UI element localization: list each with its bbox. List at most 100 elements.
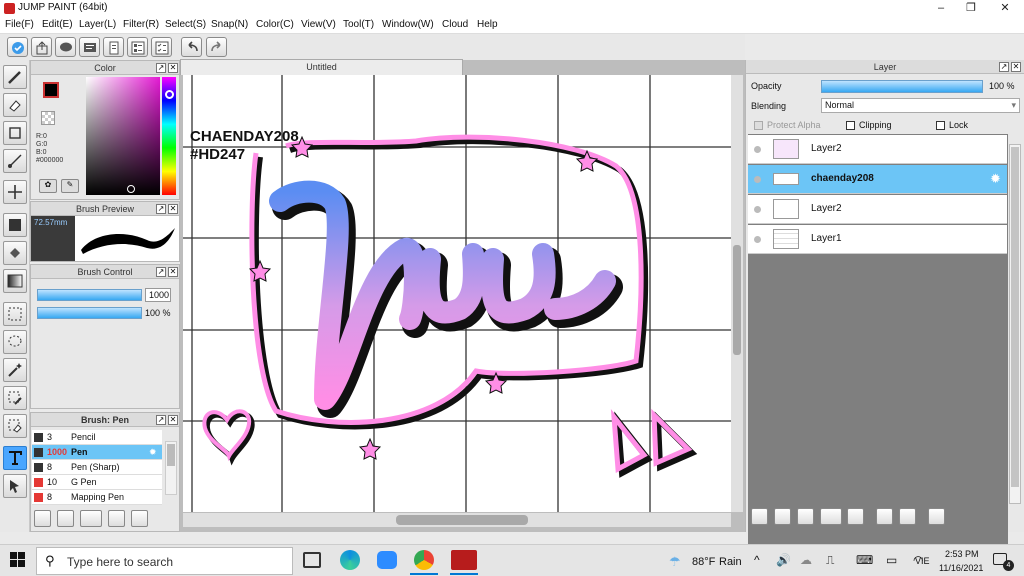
magic-wand-tool[interactable] — [3, 358, 27, 382]
gradient-tool[interactable] — [3, 269, 27, 293]
blending-mode-select[interactable]: Normal ▾ — [821, 98, 1020, 113]
panel-float-icon[interactable]: ↗ — [156, 63, 166, 73]
menu-file[interactable]: File(F) — [5, 19, 34, 30]
language-indicator[interactable]: VIE — [915, 556, 930, 566]
taskbar-search-box[interactable]: ⚲ Type here to search — [36, 547, 293, 575]
layer-row[interactable]: Layer2 — [748, 195, 1007, 224]
jump-paint-taskbar-icon[interactable] — [451, 550, 477, 570]
brush-size-value[interactable]: 1000 — [145, 288, 171, 302]
panel-float-icon[interactable]: ↗ — [999, 62, 1009, 72]
page-list-button[interactable] — [127, 37, 148, 57]
menu-filter[interactable]: Filter(R) — [123, 19, 159, 30]
menu-view[interactable]: View(V) — [301, 19, 336, 30]
menu-window[interactable]: Window(W) — [382, 19, 434, 30]
redo-button[interactable] — [206, 37, 227, 57]
brush-opacity-value[interactable]: 100 % — [145, 308, 171, 318]
new-brush-button[interactable] — [57, 510, 74, 527]
maximize-button[interactable]: ❐ — [956, 0, 986, 17]
clock-time[interactable]: 2:53 PM — [945, 549, 979, 559]
share-button[interactable] — [31, 37, 52, 57]
layer-list-scrollbar[interactable] — [1009, 144, 1021, 504]
panel-close-icon[interactable]: ✕ — [168, 415, 178, 425]
edge-browser-icon[interactable] — [340, 550, 360, 570]
layer-folder-button[interactable] — [847, 508, 864, 525]
trash-icon[interactable] — [928, 508, 945, 525]
layer-opacity-value[interactable]: 100 % — [989, 81, 1015, 91]
panel-float-icon[interactable]: ↗ — [156, 415, 166, 425]
eye-icon[interactable] — [754, 236, 761, 243]
keyboard-icon[interactable]: ⌨ — [856, 553, 873, 567]
canvas-vertical-scroll-thumb[interactable] — [733, 245, 741, 355]
brush-item[interactable]: 8 Pen (Sharp) — [32, 460, 162, 475]
new-layer-1bit-button[interactable] — [797, 508, 814, 525]
color-picker-cursor[interactable] — [127, 185, 135, 193]
chrome-browser-icon[interactable] — [414, 550, 434, 570]
duplicate-layer-button[interactable] — [876, 508, 893, 525]
checklist-button[interactable] — [151, 37, 172, 57]
menu-help[interactable]: Help — [477, 19, 498, 30]
message-button[interactable] — [79, 37, 100, 57]
layer-settings-icon[interactable]: ✹ — [990, 171, 1001, 187]
brush-list-scrollbar[interactable] — [165, 441, 177, 495]
color-saturation-picker[interactable] — [86, 77, 160, 195]
display-icon[interactable]: ▭ — [886, 553, 897, 567]
layer-row[interactable]: Layer2 — [748, 135, 1007, 164]
brush-item[interactable]: 8 Mapping Pen — [32, 490, 162, 505]
eye-icon[interactable] — [754, 146, 761, 153]
brush-tool[interactable] — [3, 65, 27, 89]
chevron-up-icon[interactable]: ^ — [754, 553, 760, 567]
merge-layer-button[interactable] — [899, 508, 916, 525]
select-eraser-tool[interactable] — [3, 414, 27, 438]
fill-rect-tool[interactable] — [3, 213, 27, 237]
minimize-button[interactable]: – — [926, 0, 956, 17]
rain-cloud-icon[interactable]: ☂ — [669, 554, 681, 570]
brush-size-slider[interactable] — [37, 289, 142, 301]
zoom-app-icon[interactable] — [377, 551, 397, 569]
clipping-checkbox[interactable] — [846, 121, 855, 130]
operation-tool[interactable] — [3, 474, 27, 498]
volume-icon[interactable]: 🔊 — [776, 553, 791, 567]
foreground-color-swatch[interactable] — [43, 82, 59, 98]
panel-close-icon[interactable]: ✕ — [168, 63, 178, 73]
network-icon[interactable]: ⎍ — [826, 553, 834, 568]
text-tool[interactable] — [3, 446, 27, 470]
lock-checkbox[interactable] — [936, 121, 945, 130]
layer-row-selected[interactable]: chaenday208 ✹ — [748, 165, 1007, 194]
panel-close-icon[interactable]: ✕ — [1011, 62, 1021, 72]
canvas-horizontal-scroll-thumb[interactable] — [396, 515, 528, 525]
document-tab[interactable]: Untitled — [180, 59, 463, 75]
move-tool[interactable] — [3, 180, 27, 204]
import-brush-button[interactable] — [108, 510, 125, 527]
panel-float-icon[interactable]: ↗ — [156, 267, 166, 277]
onedrive-icon[interactable]: ☁ — [800, 553, 812, 567]
document-button[interactable] — [103, 37, 124, 57]
hue-cursor[interactable] — [165, 90, 174, 99]
brush-menu-button[interactable] — [80, 510, 102, 527]
weather-condition[interactable]: Rain — [719, 556, 742, 568]
panel-close-icon[interactable]: ✕ — [168, 267, 178, 277]
line-tool[interactable] — [3, 149, 27, 173]
windows-start-icon[interactable] — [10, 552, 26, 568]
layer-opacity-slider[interactable] — [821, 80, 983, 93]
select-pen-tool[interactable] — [3, 386, 27, 410]
menu-tool[interactable]: Tool(T) — [343, 19, 374, 30]
add-brush-folder-button[interactable] — [34, 510, 51, 527]
cloud-sync-button[interactable] — [7, 37, 28, 57]
eye-icon[interactable] — [754, 176, 761, 183]
add-layer-menu-button[interactable] — [820, 508, 842, 525]
brush-item[interactable]: 10 G Pen — [32, 475, 162, 490]
drawing-canvas[interactable]: CHAENDAY208 #HD247 — [180, 75, 745, 532]
eye-icon[interactable] — [754, 206, 761, 213]
menu-edit[interactable]: Edit(E) — [42, 19, 73, 30]
panel-float-icon[interactable]: ↗ — [156, 204, 166, 214]
menu-cloud[interactable]: Cloud — [442, 19, 468, 30]
task-view-icon[interactable] — [303, 552, 321, 568]
comment-button[interactable] — [55, 37, 76, 57]
brush-item[interactable]: 3 Pencil — [32, 430, 162, 445]
brush-opacity-slider[interactable] — [37, 307, 142, 319]
undo-button[interactable] — [181, 37, 202, 57]
eraser-tool[interactable] — [3, 93, 27, 117]
brush-folder-button[interactable] — [131, 510, 148, 527]
layer-row[interactable]: Layer1 — [748, 225, 1007, 254]
weather-temperature[interactable]: 88°F — [692, 556, 715, 568]
